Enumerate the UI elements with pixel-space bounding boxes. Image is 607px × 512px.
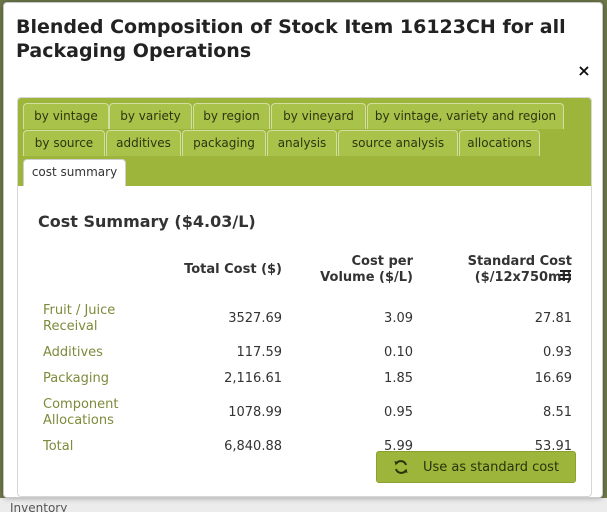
refresh-icon <box>394 460 408 474</box>
cost-dialog: Blended Composition of Stock Item 16123C… <box>3 2 603 498</box>
background-footer <box>0 498 607 512</box>
tab-by-vintage-variety-region[interactable]: by vintage, variety and region <box>367 103 564 129</box>
cell-total: 1078.99 <box>228 405 282 420</box>
col-header-cost-per-volume: Cost per Volume ($/L) <box>320 254 413 285</box>
column-menu-icon[interactable] <box>560 270 572 282</box>
section-title: Cost Summary ($4.03/L) <box>38 212 256 231</box>
row-label-additives: Additives <box>43 345 103 360</box>
cell-total: 3527.69 <box>228 311 282 326</box>
tab-analysis[interactable]: analysis <box>267 130 337 156</box>
cell-standard: 8.51 <box>543 405 572 420</box>
tab-packaging[interactable]: packaging <box>182 130 266 156</box>
row-label-packaging: Packaging <box>43 371 109 386</box>
row-label-fruit-juice: Fruit / Juice Receival <box>43 303 116 334</box>
cell-per-volume: 3.09 <box>384 311 413 326</box>
tab-additives[interactable]: additives <box>106 130 181 156</box>
background-footer-text: Inventory <box>10 501 68 512</box>
cell-per-volume: 1.85 <box>384 371 413 386</box>
tab-by-source[interactable]: by source <box>23 130 105 156</box>
tab-by-vintage[interactable]: by vintage <box>23 103 109 129</box>
dialog-title: Blended Composition of Stock Item 16123C… <box>16 16 566 62</box>
cell-total: 2,116.61 <box>224 371 282 386</box>
col-header-standard-cost: Standard Cost ($/12x750ml) <box>467 254 572 285</box>
tabs-header: by vintage by variety by region by viney… <box>18 98 591 186</box>
tab-source-analysis[interactable]: source analysis <box>338 130 458 156</box>
tab-by-vineyard[interactable]: by vineyard <box>271 103 366 129</box>
tab-by-region[interactable]: by region <box>193 103 270 129</box>
tabs-panel: by vintage by variety by region by viney… <box>17 97 592 497</box>
close-icon[interactable]: × <box>576 63 592 79</box>
cell-per-volume: 0.95 <box>384 405 413 420</box>
cell-standard: 27.81 <box>534 311 572 326</box>
use-as-standard-cost-button[interactable]: Use as standard cost <box>376 451 576 483</box>
tab-allocations[interactable]: allocations <box>459 130 540 156</box>
cell-standard: 0.93 <box>543 345 572 360</box>
cell-per-volume: 0.10 <box>384 345 413 360</box>
col-header-total-cost: Total Cost ($) <box>184 262 282 277</box>
row-label-component-allocations: Component Allocations <box>43 397 119 428</box>
tab-by-variety[interactable]: by variety <box>109 103 192 129</box>
cell-standard: 16.69 <box>534 371 572 386</box>
row-label-total: Total <box>43 439 74 454</box>
cell-total: 6,840.88 <box>224 439 282 454</box>
tab-cost-summary[interactable]: cost summary <box>23 159 126 186</box>
cell-total: 117.59 <box>236 345 283 360</box>
use-as-standard-cost-label: Use as standard cost <box>423 460 560 475</box>
